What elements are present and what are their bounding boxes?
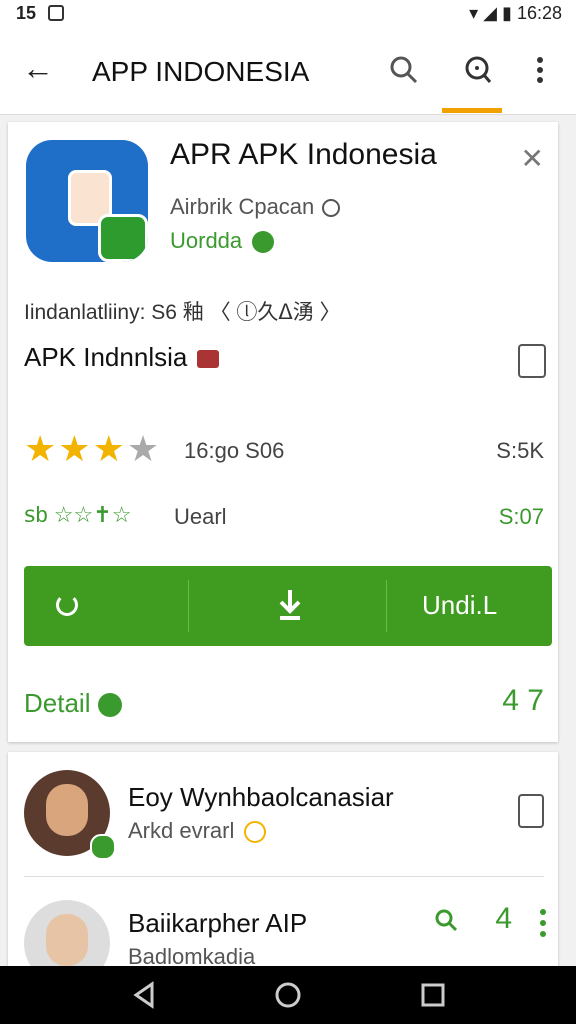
nav-back-icon[interactable]: [130, 980, 160, 1010]
nav-home-icon[interactable]: [273, 980, 303, 1010]
download-icon: [279, 590, 301, 620]
refresh-button[interactable]: [24, 566, 188, 646]
app-name: APR APK Indonesia: [170, 138, 437, 171]
check-icon: [252, 231, 275, 254]
rating-count: S:5K: [496, 438, 544, 463]
count-number: 4: [495, 902, 512, 935]
star-icon: ★: [24, 428, 59, 469]
app-badge-icon: [98, 214, 148, 262]
apk-name: APK Indnnlsia: [24, 342, 188, 372]
detail-link[interactable]: Detail: [24, 688, 123, 719]
green-number: S:07: [498, 504, 544, 529]
download-button[interactable]: [189, 566, 385, 646]
refresh-icon: [56, 594, 78, 616]
active-tab-indicator: [442, 108, 502, 113]
search-icon[interactable]: [434, 908, 458, 932]
developer-name: Airbrik Cpacan: [170, 194, 315, 219]
info-line: Iindanlatliiny: S6 釉 〈 ⓛ久ᐃ湧 〉: [24, 301, 341, 324]
category-label: Uordda: [170, 228, 243, 253]
wifi-icon: ▾: [469, 3, 479, 23]
detail-label: Detail: [24, 688, 91, 718]
document-icon[interactable]: [518, 344, 546, 378]
divider: [24, 876, 544, 877]
avatar-face: [46, 914, 88, 966]
online-badge-icon: [90, 834, 116, 860]
green-stars: ꜱb ☆☆✝☆: [24, 502, 132, 527]
star-empty-icon: ★: [126, 428, 162, 469]
system-nav-bar: [0, 966, 576, 1024]
status-bar: 15 ▾ ◢ ▮ 16:28: [0, 0, 576, 28]
apk-name-row: APK Indnnlsia: [24, 342, 220, 373]
package-icon: [197, 350, 220, 369]
user-name[interactable]: Eoy Wynhbaolcanasiar: [128, 782, 394, 813]
rating-stars: ★★★★: [24, 428, 161, 470]
green-label: Uearl: [174, 504, 227, 529]
developer-row: Airbrik Cpacan: [170, 194, 341, 220]
back-arrow-icon[interactable]: ←: [22, 52, 54, 84]
search-icon[interactable]: [386, 52, 422, 88]
nav-recents-icon[interactable]: [418, 980, 448, 1010]
detail-number: 4 7: [502, 684, 544, 717]
more-vert-icon[interactable]: [540, 908, 546, 938]
close-icon[interactable]: ✕: [521, 142, 544, 175]
clock-icon: [322, 199, 341, 218]
user-subtitle-text: Arkd evrarl: [128, 818, 235, 843]
more-vert-icon[interactable]: [530, 52, 550, 88]
signal-icon: ◢: [483, 3, 498, 23]
category-row[interactable]: Uordda: [170, 228, 275, 254]
user-name[interactable]: Baiikarpher AIP: [128, 908, 307, 939]
user-list-card: Eoy Wynhbaolcanasiar Arkd evrarl Baiikar…: [8, 752, 558, 986]
action-bar: Undi.L: [24, 566, 552, 646]
user-subtitle: Arkd evrarl: [128, 818, 267, 844]
rating-text: 16:go S06: [184, 438, 285, 463]
status-time: 15: [16, 3, 37, 23]
share-icon[interactable]: [518, 794, 544, 828]
avatar-face: [46, 784, 88, 836]
notification-icon: [48, 5, 64, 21]
app-icon[interactable]: [26, 140, 148, 262]
app-card: APR APK Indonesia ✕ Airbrik Cpacan Uordd…: [8, 122, 558, 742]
page-title: APP INDONESIA: [92, 56, 310, 87]
star-icon: ★: [92, 428, 127, 469]
star-icon: ★: [58, 428, 93, 469]
search-active-icon[interactable]: [460, 52, 496, 88]
install-button[interactable]: Undi.L: [387, 566, 552, 646]
install-label: Undi.L: [422, 590, 498, 620]
battery-icon: ▮: [502, 3, 512, 23]
edit-icon: [98, 693, 123, 718]
status-clock: ▾ ◢ ▮ 16:28: [469, 3, 562, 23]
warning-icon: [244, 821, 267, 844]
app-bar: ← APP INDONESIA: [0, 28, 576, 115]
